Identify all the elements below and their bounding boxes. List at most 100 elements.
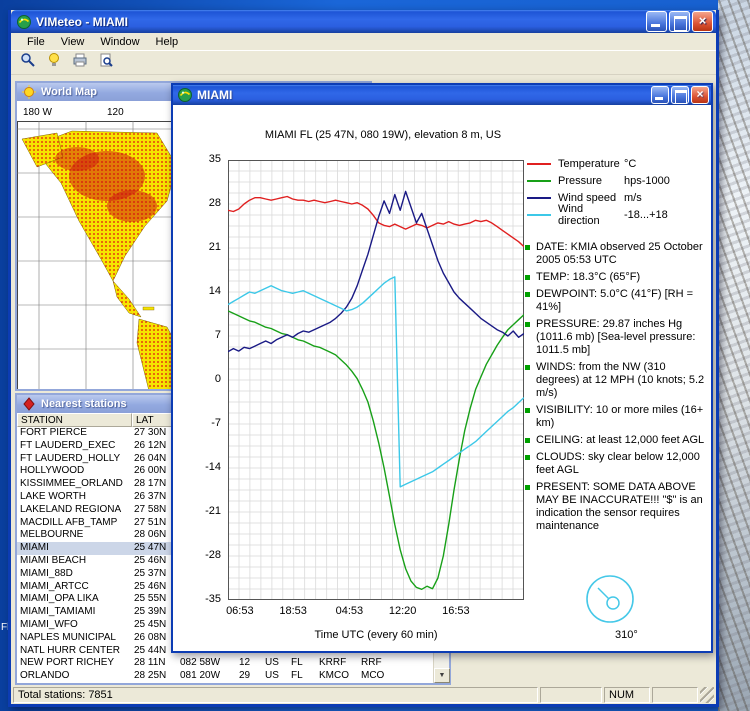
station-cell: LAKE WORTH: [20, 491, 86, 504]
main-titlebar[interactable]: VIMeteo - MIAMI ×: [11, 10, 716, 33]
y-tick-label: 35: [183, 153, 221, 165]
legend-label: Temperature: [558, 158, 624, 170]
x-axis-title: Time UTC (every 60 min): [228, 629, 524, 641]
miami-close-button[interactable]: ×: [691, 86, 709, 104]
miami-titlebar[interactable]: MIAMI ×: [173, 85, 711, 105]
menu-file[interactable]: File: [19, 35, 53, 49]
station-cell: KRRF: [319, 657, 346, 670]
longitude-label-180w: 180 W: [23, 107, 52, 118]
station-row[interactable]: ORLANDO28 25N081 20W29USFLKMCOMCO: [17, 670, 433, 683]
station-cell: NATL HURR CENTER: [20, 645, 120, 658]
resize-grip[interactable]: [700, 687, 714, 703]
station-cell: 25 37N: [134, 568, 166, 581]
station-cell: MIAMI_88D: [20, 568, 73, 581]
info-item: PRESSURE: 29.87 inches Hg (1011.6 mb) [S…: [525, 318, 711, 357]
y-tick-label: 14: [183, 285, 221, 297]
y-tick-label: -28: [183, 549, 221, 561]
station-cell: MIAMI_ARTCC: [20, 581, 89, 594]
station-cell: NAPLES MUNICIPAL: [20, 632, 116, 645]
station-cell: FL: [291, 670, 303, 683]
window-controls: ×: [646, 11, 713, 32]
station-cell: MCO: [361, 670, 384, 683]
miami-minimize-button[interactable]: [651, 86, 669, 104]
y-tick-label: 0: [183, 373, 221, 385]
station-cell: 25 39N: [134, 606, 166, 619]
station-cell: FL: [291, 657, 303, 670]
preview-tool-button[interactable]: [95, 52, 117, 74]
bulb-icon: [46, 52, 62, 73]
station-cell: FT LAUDERD_EXEC: [20, 440, 115, 453]
miami-maximize-button[interactable]: [671, 86, 689, 104]
scroll-down-button[interactable]: ▼: [434, 668, 450, 683]
status-total-stations: Total stations: 7851: [13, 687, 538, 703]
station-cell: 28 25N: [134, 670, 166, 683]
legend-swatch: [527, 180, 551, 182]
legend-label: Wind direction: [558, 203, 624, 227]
legend-unit: -18...+18: [624, 209, 668, 221]
y-tick-label: 7: [183, 329, 221, 341]
zoom-tool-button[interactable]: [17, 52, 39, 74]
maximize-button[interactable]: [669, 11, 690, 32]
station-cell: FT LAUDERD_HOLLY: [20, 453, 120, 466]
station-cell: 26 12N: [134, 440, 166, 453]
chart-legend: Temperature°CPressurehps-1000Wind speedm…: [527, 155, 670, 223]
menu-window[interactable]: Window: [92, 35, 147, 49]
info-item: TEMP: 18.3°C (65°F): [525, 271, 711, 284]
y-tick-label: -7: [183, 417, 221, 429]
station-cell: 27 58N: [134, 504, 166, 517]
station-cell: FORT PIERCE: [20, 427, 87, 440]
station-cell: HOLLYWOOD: [20, 465, 84, 478]
station-cell: 081 20W: [180, 670, 220, 683]
print-tool-button[interactable]: [69, 52, 91, 74]
sun-icon: [21, 84, 37, 100]
x-tick-label: 16:53: [434, 605, 478, 617]
legend-unit: hps-1000: [624, 175, 670, 187]
bulb-tool-button[interactable]: [43, 52, 65, 74]
legend-unit: m/s: [624, 192, 642, 204]
mdi-area: World Map 180 W 120: [11, 75, 716, 686]
station-cell: RRF: [361, 657, 382, 670]
column-header-station[interactable]: STATION: [17, 413, 132, 427]
app-icon: [16, 14, 32, 30]
station-cell: 25 45N: [134, 619, 166, 632]
miami-window: MIAMI × MIAMI FL (25 47N, 080 19W), elev…: [171, 83, 713, 653]
series-wind-direction: [228, 277, 524, 487]
chart-area: MIAMI FL (25 47N, 080 19W), elevation 8 …: [173, 105, 711, 651]
desktop-wallpaper-photo: [718, 0, 750, 711]
station-cell: MELBOURNE: [20, 529, 83, 542]
y-tick-label: 28: [183, 197, 221, 209]
miami-window-controls: ×: [651, 86, 709, 104]
info-item: CEILING: at least 12,000 feet AGL: [525, 434, 711, 447]
station-cell: MIAMI_OPA LIKA: [20, 593, 99, 606]
station-row[interactable]: NEW PORT RICHEY28 11N082 58W12USFLKRRFRR…: [17, 657, 433, 670]
minimize-button[interactable]: [646, 11, 667, 32]
station-cell: 27 51N: [134, 517, 166, 530]
station-cell: 12: [239, 657, 250, 670]
station-cell: 26 04N: [134, 453, 166, 466]
chart-title: MIAMI FL (25 47N, 080 19W), elevation 8 …: [188, 129, 578, 141]
menu-view[interactable]: View: [53, 35, 93, 49]
station-cell: US: [265, 657, 279, 670]
chart-plot: [228, 160, 524, 600]
status-panel-4: [652, 687, 698, 703]
info-item: WINDS: from the NW (310 degrees) at 12 M…: [525, 361, 711, 400]
station-cell: 26 37N: [134, 491, 166, 504]
wind-direction-dial[interactable]: [580, 569, 640, 629]
station-cell: 27 30N: [134, 427, 166, 440]
legend-item: Pressurehps-1000: [527, 172, 670, 189]
x-tick-label: 18:53: [271, 605, 315, 617]
station-cell: 29: [239, 670, 250, 683]
x-tick-label: 12:20: [381, 605, 425, 617]
menu-help[interactable]: Help: [148, 35, 187, 49]
toolbar: [11, 50, 716, 75]
station-cell: 26 00N: [134, 465, 166, 478]
station-cell: 26 08N: [134, 632, 166, 645]
main-window-title: VIMeteo - MIAMI: [36, 15, 642, 29]
wind-direction-value: 310°: [615, 629, 638, 641]
station-cell: 28 17N: [134, 478, 166, 491]
close-button[interactable]: ×: [692, 11, 713, 32]
station-cell: NEW PORT RICHEY: [20, 657, 114, 670]
station-cell: KISSIMMEE_ORLAND: [20, 478, 123, 491]
menubar: FileViewWindowHelp: [11, 33, 716, 50]
longitude-label-120: 120: [107, 107, 124, 118]
